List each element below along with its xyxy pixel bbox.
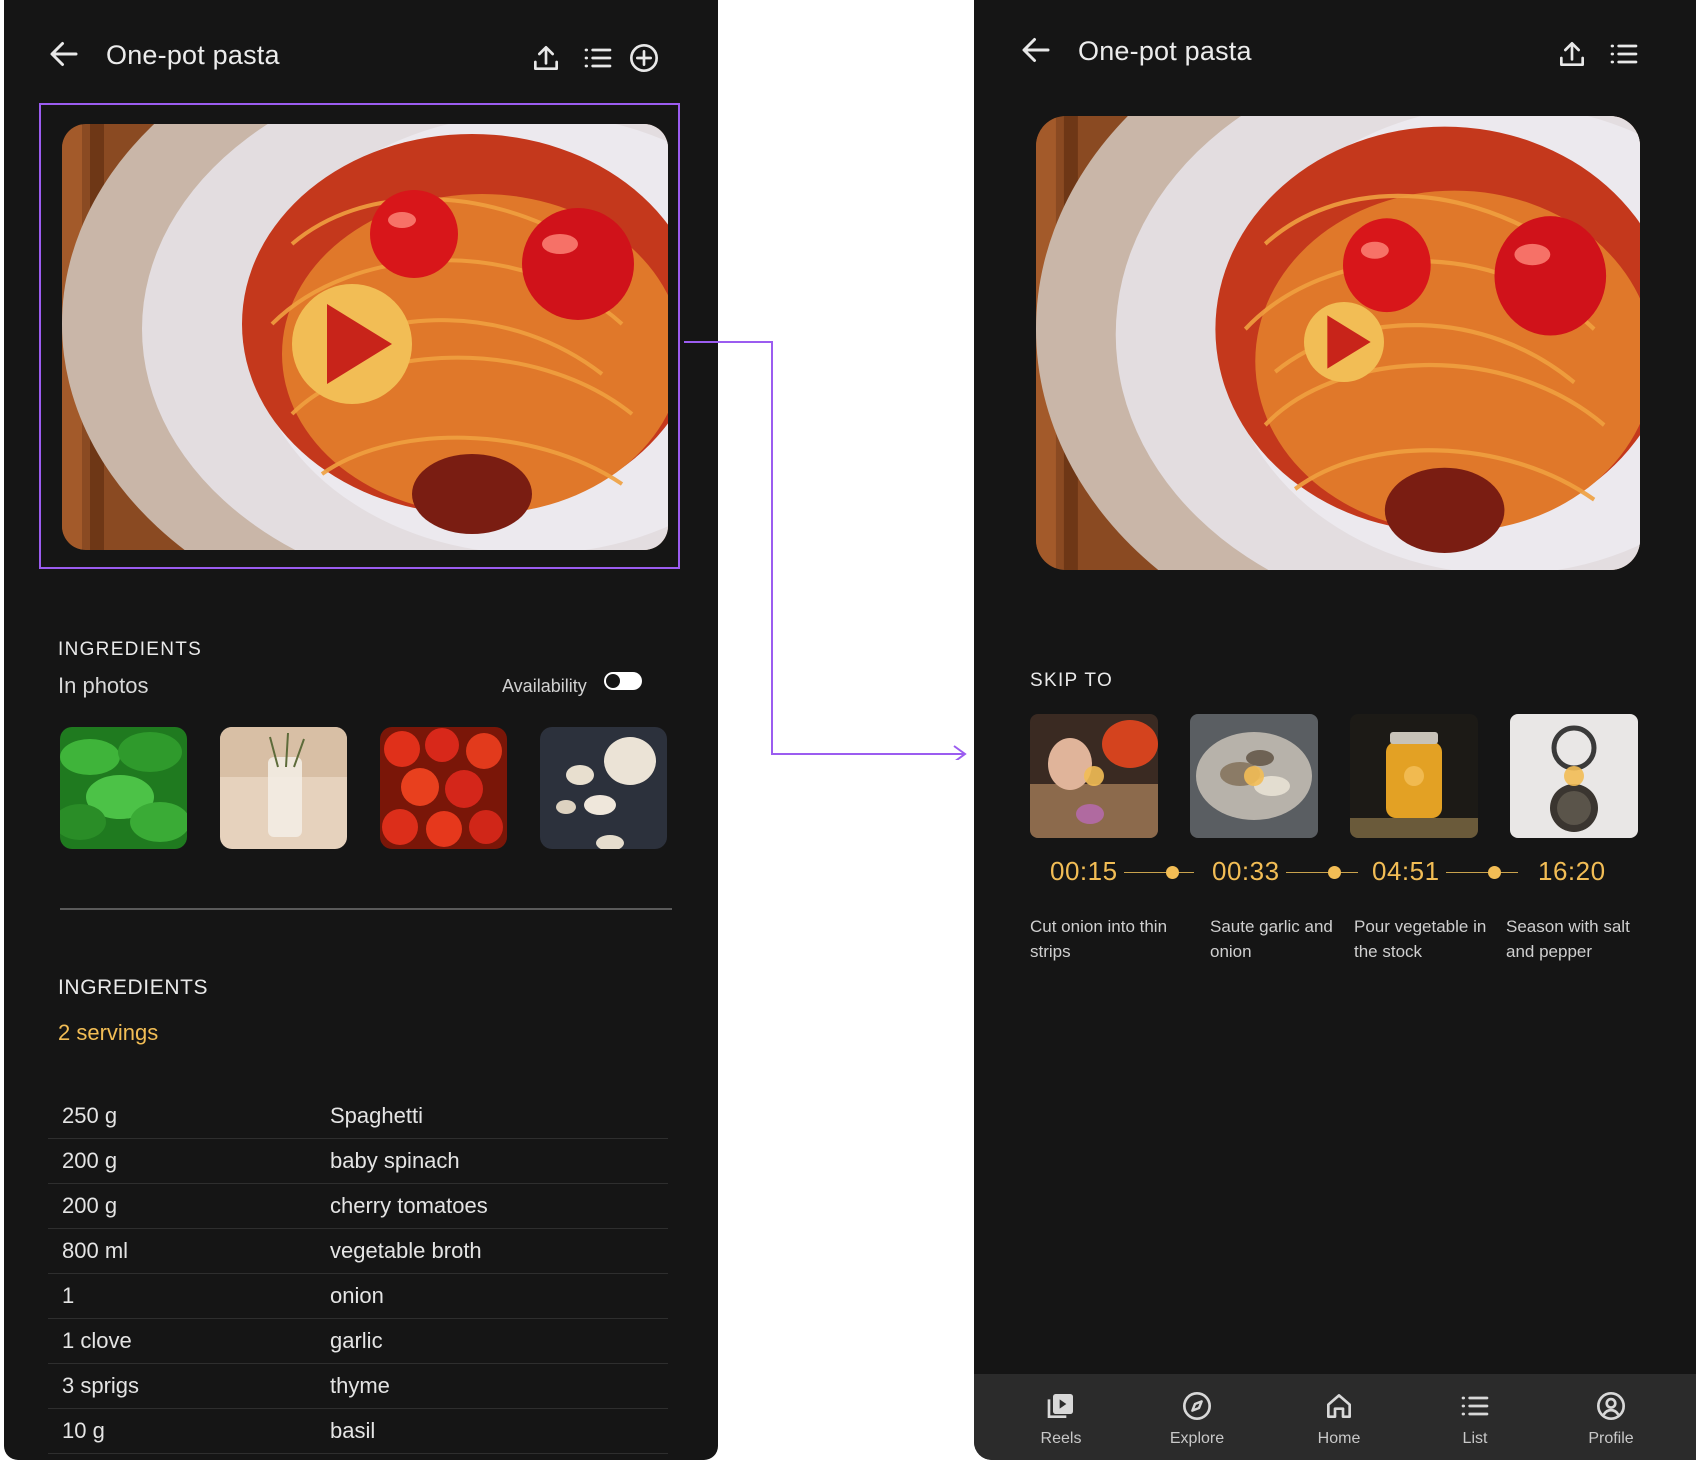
nav-label: Reels	[1040, 1430, 1082, 1447]
table-row: 10 g basil	[48, 1409, 668, 1454]
ingredient-quantity: 1	[62, 1283, 75, 1308]
ingredient-name: Spaghetti	[330, 1103, 423, 1128]
availability-label: Availability	[502, 676, 587, 696]
step-timestamp[interactable]: 04:51	[1372, 856, 1440, 887]
timeline-segment	[1286, 872, 1358, 873]
spinach-image	[60, 727, 187, 849]
table-row: 200 g baby spinach	[48, 1139, 668, 1184]
ingredient-name: thyme	[330, 1373, 390, 1398]
in-photos-label: In photos	[58, 673, 149, 698]
ingredient-name: cherry tomatoes	[330, 1193, 488, 1218]
nav-item-profile[interactable]: Profile	[1556, 1374, 1666, 1460]
step-thumbnail[interactable]	[1030, 714, 1158, 838]
nav-item-list[interactable]: List	[1420, 1374, 1530, 1460]
garlic-image	[540, 727, 667, 849]
compass-icon	[1183, 1392, 1211, 1420]
step-thumbnail[interactable]	[1510, 714, 1638, 838]
nav-label: List	[1462, 1430, 1488, 1447]
nav-item-reels[interactable]: Reels	[1006, 1374, 1116, 1460]
nav-label: Profile	[1588, 1430, 1634, 1447]
ingredient-quantity: 10 g	[62, 1418, 105, 1443]
ingredient-photo-tomatoes[interactable]	[380, 727, 507, 849]
step-thumbnail[interactable]	[1350, 714, 1478, 838]
table-row: 1 clove garlic	[48, 1319, 668, 1364]
arrow-left-icon[interactable]	[46, 36, 82, 72]
reels-icon	[1047, 1394, 1073, 1418]
ingredient-name: garlic	[330, 1328, 383, 1353]
section-heading-ingredients-list: INGREDIENTS	[58, 976, 209, 999]
arrow-left-icon[interactable]	[1018, 32, 1054, 68]
ingredient-quantity: 200 g	[62, 1193, 118, 1218]
list-icon[interactable]	[1608, 38, 1640, 70]
ingredient-photo-garlic[interactable]	[540, 727, 667, 849]
upload-icon[interactable]	[530, 42, 562, 74]
step-thumbnail[interactable]	[1190, 714, 1318, 838]
page-title: One-pot pasta	[106, 40, 280, 70]
mini-play-icon	[1404, 766, 1424, 786]
nav-item-explore[interactable]: Explore	[1142, 1374, 1252, 1460]
step-description: Saute garlic and onion	[1210, 917, 1333, 961]
timeline-marker[interactable]	[1328, 866, 1341, 879]
ingredient-name: basil	[330, 1418, 376, 1443]
table-row: 250 g Spaghetti	[48, 1094, 668, 1139]
ingredient-name: vegetable broth	[330, 1238, 482, 1263]
mini-play-icon	[1084, 766, 1104, 786]
timeline-marker[interactable]	[1488, 866, 1501, 879]
section-heading-skip-to: SKIP TO	[1030, 670, 1114, 691]
top-app-bar: One-pot pasta	[4, 0, 718, 110]
ingredient-photo-spinach[interactable]	[60, 727, 187, 849]
step-timestamp[interactable]: 00:15	[1050, 856, 1118, 887]
table-row: 1 onion	[48, 1274, 668, 1319]
home-icon	[1327, 1394, 1351, 1418]
timeline-segment	[1446, 872, 1518, 873]
table-row: 3 sprigs thyme	[48, 1364, 668, 1409]
play-icon	[1327, 315, 1371, 369]
list-icon	[1461, 1396, 1489, 1416]
add-circle-icon[interactable]	[628, 42, 660, 74]
tomatoes-image	[380, 727, 507, 849]
ingredient-quantity: 800 ml	[62, 1238, 129, 1263]
play-button[interactable]	[1304, 302, 1384, 382]
nav-label: Home	[1317, 1430, 1361, 1447]
video-highlight-frame	[39, 103, 680, 569]
table-row: 800 ml vegetable broth	[48, 1229, 668, 1274]
profile-icon	[1597, 1392, 1625, 1420]
ingredient-quantity: 200 g	[62, 1148, 118, 1173]
step-description: Pour vegetable in the stock	[1354, 917, 1487, 961]
nav-label: Explore	[1169, 1430, 1225, 1447]
list-icon[interactable]	[582, 42, 614, 74]
top-app-bar: One-pot pasta	[974, 0, 1696, 110]
section-heading-ingredients: INGREDIENTS	[58, 639, 203, 660]
thyme-image	[220, 727, 347, 849]
upload-icon[interactable]	[1556, 38, 1588, 70]
page-title: One-pot pasta	[1078, 36, 1252, 66]
toggle-knob	[606, 674, 620, 688]
nav-item-home[interactable]: Home	[1284, 1374, 1394, 1460]
timeline-marker[interactable]	[1166, 866, 1179, 879]
recipe-video-player[interactable]	[1036, 116, 1640, 570]
ingredient-name: onion	[330, 1283, 384, 1308]
mini-play-icon	[1564, 766, 1584, 786]
step-description: Cut onion into thin strips	[1030, 917, 1168, 961]
ingredient-quantity: 250 g	[62, 1103, 118, 1128]
timeline-segment	[1124, 872, 1194, 873]
step-timestamp[interactable]: 16:20	[1538, 856, 1606, 887]
section-divider	[60, 908, 672, 910]
ingredient-name: baby spinach	[330, 1148, 460, 1173]
ingredient-quantity: 3 sprigs	[62, 1373, 140, 1398]
servings-selector[interactable]: 2 servings	[58, 1020, 158, 1046]
mini-play-icon	[1244, 766, 1264, 786]
ingredient-photo-thyme[interactable]	[220, 727, 347, 849]
recipe-screen-video: One-pot pasta SKIP TO 00:15 00:33 04:51 …	[974, 0, 1696, 1460]
step-description: Season with salt and pepper	[1506, 917, 1630, 961]
step-timestamp[interactable]: 00:33	[1212, 856, 1280, 887]
ingredients-table: 250 g Spaghetti 200 g baby spinach 200 g ch…	[48, 1094, 668, 1454]
availability-toggle[interactable]	[604, 672, 642, 690]
bottom-navigation: Reels Explore Home List Profile	[974, 1374, 1696, 1460]
ingredient-quantity: 1 clove	[62, 1328, 132, 1353]
flow-connector-arrow	[684, 341, 967, 760]
table-row: 200 g cherry tomatoes	[48, 1184, 668, 1229]
